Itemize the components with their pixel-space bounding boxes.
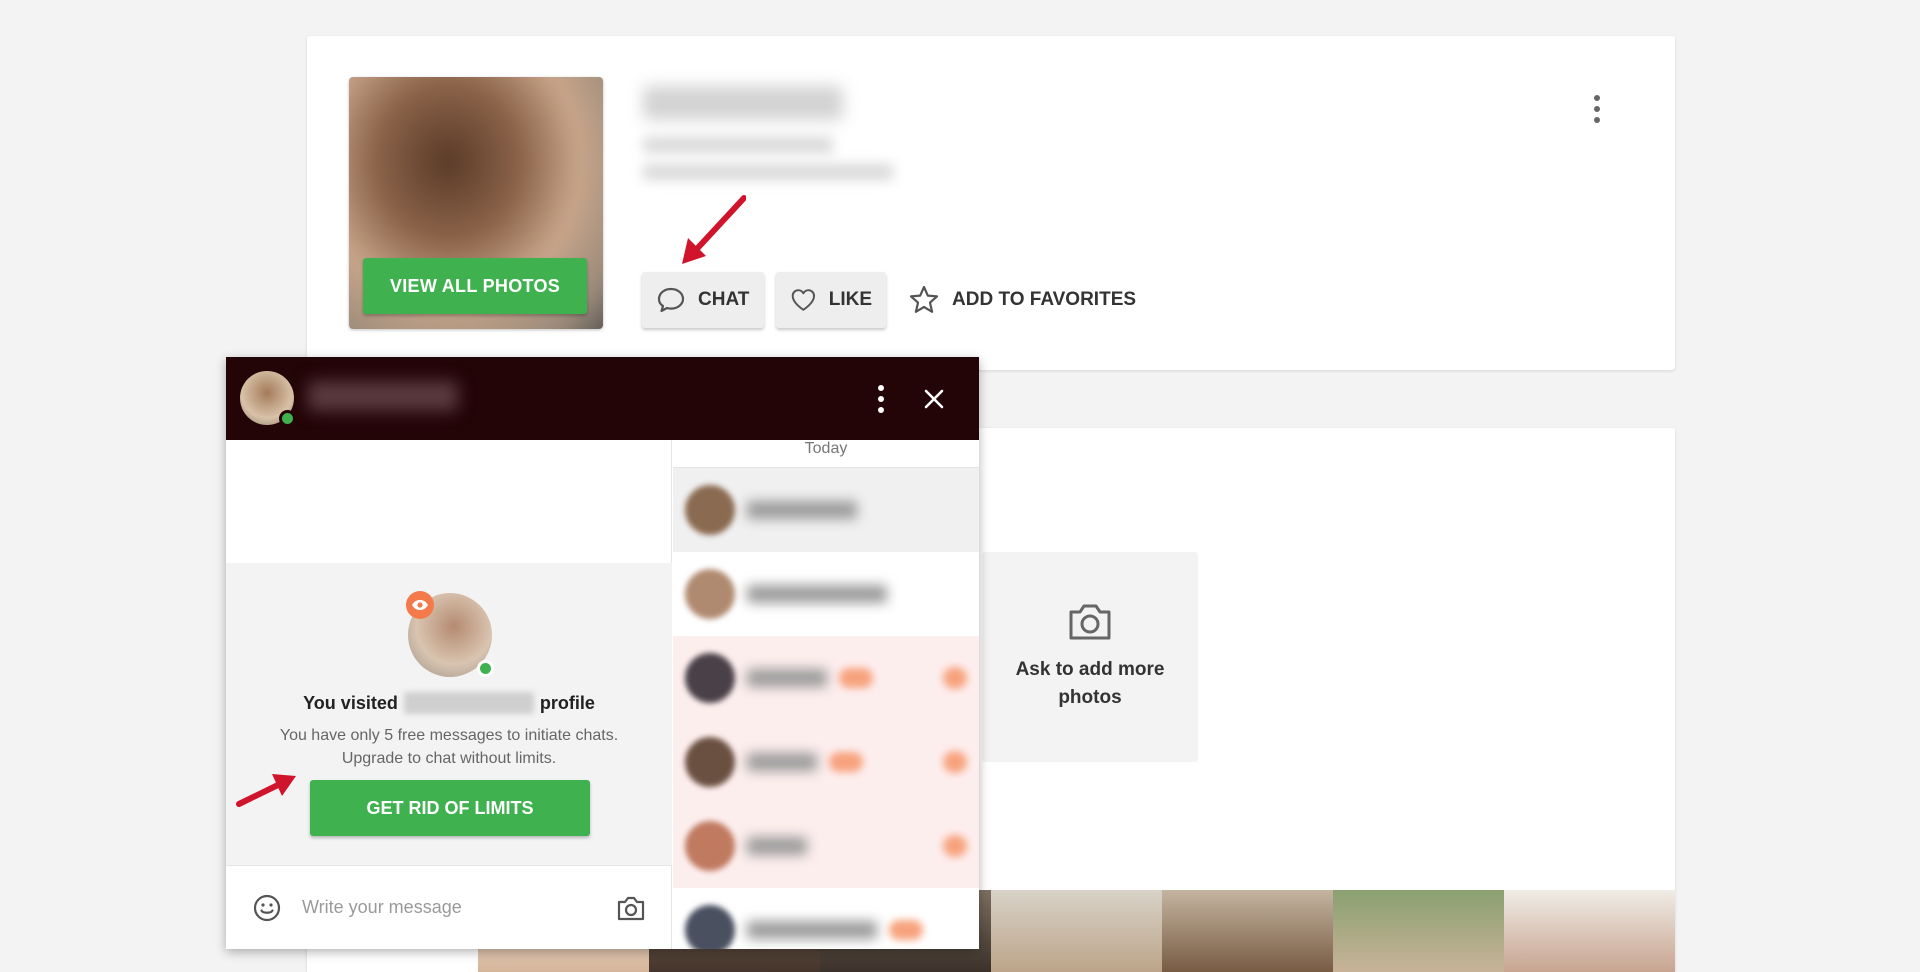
avatar [685,569,735,619]
conversation-item[interactable] [673,804,979,888]
more-dot-icon [878,385,884,391]
chat-button-label: CHAT [698,289,750,310]
annotation-arrow-icon [682,195,746,264]
chat-contact-name-redacted [308,381,458,411]
avatar [685,653,735,703]
eye-icon [406,591,434,619]
conversation-name-redacted [747,669,827,687]
conversation-name-redacted [747,501,857,519]
online-status-dot [477,660,494,677]
visited-username-redacted [403,692,534,714]
conversation-item[interactable] [673,888,979,949]
date-separator: Today [673,440,979,468]
ask-more-photos-button[interactable]: Ask to add more photos [982,552,1198,762]
chat-button[interactable]: CHAT [642,272,764,328]
profile-thumbnail[interactable] [1162,890,1333,972]
avatar [685,905,735,949]
visited-line-1: You have only 5 free messages to initiat… [279,727,619,744]
conversation-item[interactable] [673,552,979,636]
profile-thumbnail[interactable] [991,890,1162,972]
profile-more-menu[interactable] [1582,91,1612,127]
chat-more-menu[interactable] [868,379,894,419]
visited-notice: You visited profile You have only 5 free… [226,563,672,865]
conversation-name-redacted [747,837,807,855]
unread-count-badge [943,667,967,689]
visited-description: You have only 5 free messages to initiat… [226,724,672,770]
conversation-list: Today [673,440,979,949]
avatar [406,591,494,677]
camera-icon [1069,604,1111,640]
online-status-dot [279,410,296,427]
view-all-photos-button[interactable]: VIEW ALL PHOTOS [363,258,587,314]
get-rid-of-limits-button[interactable]: GET RID OF LIMITS [310,780,590,836]
chat-window: You visited profile You have only 5 free… [226,357,979,949]
more-dot-icon [1594,95,1600,101]
avatar [685,485,735,535]
conversation-item[interactable] [673,468,979,552]
avatar[interactable] [240,371,296,427]
unread-badge [839,668,873,688]
more-dot-icon [878,407,884,413]
conversation-item[interactable] [673,720,979,804]
chat-header [226,357,979,440]
unread-count-badge [943,835,967,857]
more-dot-icon [1594,106,1600,112]
profile-thumbnail[interactable] [1333,890,1504,972]
more-dot-icon [1594,117,1600,123]
visited-title-prefix: You visited [303,692,398,713]
more-dot-icon [878,396,884,402]
unread-count-badge [943,751,967,773]
conversation-name-redacted [747,921,877,939]
chat-bubble-icon [657,287,685,313]
chat-conversation-pane: You visited profile You have only 5 free… [226,440,672,949]
like-button-label: LIKE [828,289,872,310]
visited-line-2: Upgrade to chat without limits. [341,750,557,767]
conversation-name-redacted [747,585,887,603]
visited-title-suffix: profile [539,692,595,713]
star-icon [909,285,939,313]
add-to-favorites-button[interactable]: ADD TO FAVORITES [904,272,1140,328]
heart-icon [791,289,816,311]
visited-title: You visited profile [226,692,672,714]
profile-name-redacted [643,86,843,120]
avatar [685,737,735,787]
profile-photo[interactable]: VIEW ALL PHOTOS [349,77,603,329]
annotation-arrow-icon [236,774,296,807]
unread-badge [829,752,863,772]
profile-card: VIEW ALL PHOTOS CHAT LIKE ADD TO FAVORIT… [307,36,1675,370]
ask-photos-label: Ask to add more photos [1015,659,1165,708]
like-button[interactable]: LIKE [776,272,886,328]
unread-badge [889,920,923,940]
close-chat-button[interactable] [914,379,954,419]
emoji-icon[interactable] [252,893,282,923]
message-input[interactable] [302,897,596,918]
close-icon [924,389,944,409]
camera-icon[interactable] [616,894,646,922]
conversation-name-redacted [747,753,817,771]
favorites-label: ADD TO FAVORITES [952,289,1137,310]
avatar [685,821,735,871]
profile-thumbnail[interactable] [1504,890,1675,972]
conversation-item[interactable] [673,636,979,720]
profile-info-redacted [643,137,833,153]
profile-location-redacted [643,164,893,180]
message-composer [226,865,672,949]
